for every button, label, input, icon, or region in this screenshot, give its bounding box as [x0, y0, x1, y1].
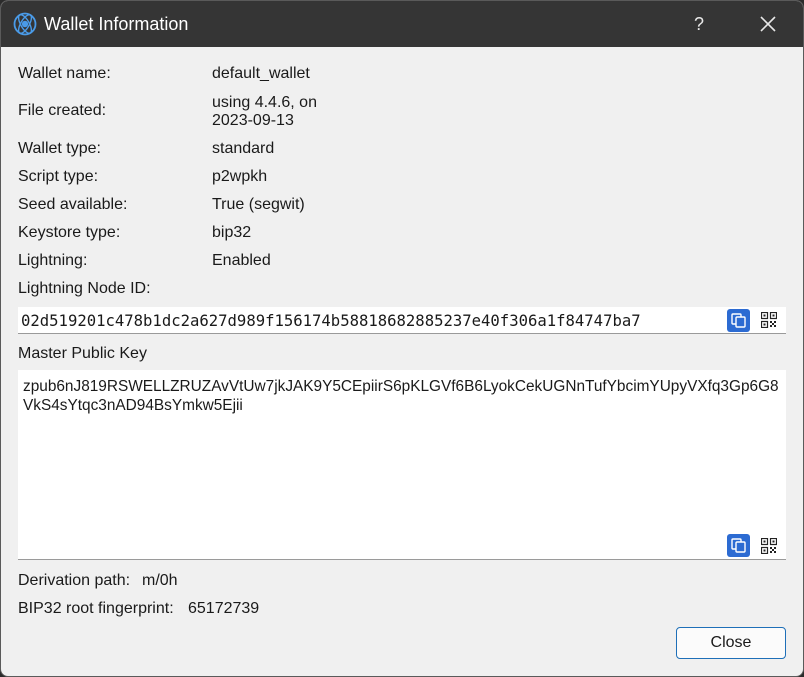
- copy-icon: [731, 313, 746, 328]
- derivation-path-label: Derivation path:: [18, 572, 131, 589]
- keystore-type-value: bip32: [212, 224, 252, 241]
- lightning-label: Lightning:: [18, 252, 88, 269]
- script-type-label: Script type:: [18, 168, 99, 185]
- master-public-key-value[interactable]: zpub6nJ819RSWELLZRUZAvVtUw7jkJAK9Y5CEpii…: [23, 377, 783, 415]
- electrum-logo-icon: [13, 12, 37, 36]
- root-fingerprint-value: 65172739: [188, 600, 260, 617]
- master-public-key-label: Master Public Key: [18, 345, 147, 362]
- script-type-value: p2wpkh: [212, 168, 268, 185]
- wallet-information-dialog: Wallet Information ? Wallet name: defaul…: [0, 0, 804, 677]
- master-public-key-field[interactable]: zpub6nJ819RSWELLZRUZAvVtUw7jkJAK9Y5CEpii…: [18, 370, 786, 560]
- lightning-node-id-label: Lightning Node ID:: [18, 280, 151, 297]
- file-created-value-line1: using 4.4.6, on: [212, 94, 317, 111]
- title-bar[interactable]: Wallet Information ?: [1, 1, 803, 47]
- derivation-path-value: m/0h: [142, 572, 178, 589]
- copy-icon: [731, 538, 746, 553]
- root-fingerprint-label: BIP32 root fingerprint:: [18, 600, 174, 617]
- window-title: Wallet Information: [44, 14, 189, 34]
- close-button[interactable]: Close: [676, 627, 786, 659]
- help-button[interactable]: ?: [677, 1, 721, 47]
- copy-node-id-button[interactable]: [727, 309, 750, 332]
- seed-available-value: True (segwit): [212, 196, 305, 213]
- lightning-node-id-field[interactable]: 02d519201c478b1dc2a627d989f156174b588186…: [18, 307, 786, 334]
- seed-available-label: Seed available:: [18, 196, 128, 213]
- copy-master-public-key-button[interactable]: [727, 534, 750, 557]
- qr-code-icon[interactable]: [761, 538, 777, 554]
- qr-code-icon[interactable]: [761, 312, 777, 328]
- lightning-value: Enabled: [212, 252, 271, 269]
- keystore-type-label: Keystore type:: [18, 224, 121, 241]
- close-icon: [760, 16, 776, 32]
- wallet-name-value: default_wallet: [212, 65, 310, 82]
- wallet-type-value: standard: [212, 140, 275, 157]
- window-close-button[interactable]: [745, 1, 791, 47]
- file-created-label: File created:: [18, 102, 107, 119]
- file-created-value-line2: 2023-09-13: [212, 112, 294, 129]
- wallet-type-label: Wallet type:: [18, 140, 101, 157]
- wallet-name-label: Wallet name:: [18, 65, 111, 82]
- lightning-node-id-value[interactable]: 02d519201c478b1dc2a627d989f156174b588186…: [21, 312, 641, 330]
